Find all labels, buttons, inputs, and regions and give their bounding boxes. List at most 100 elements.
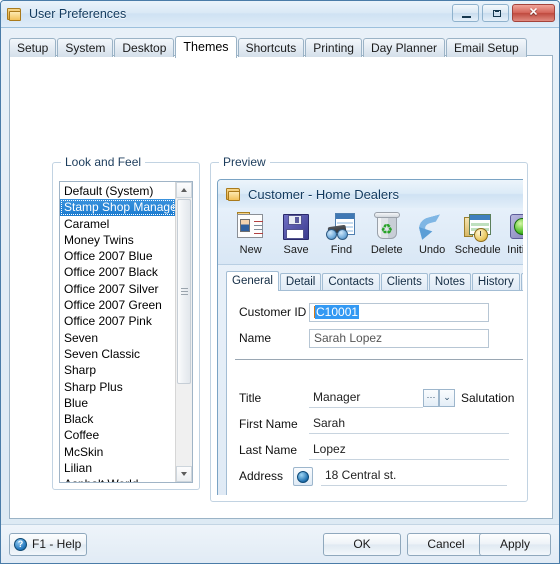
name-input[interactable]: Sarah Lopez xyxy=(309,328,489,348)
toolbar-button-find[interactable]: Find xyxy=(319,210,364,256)
tab-desktop[interactable]: Desktop xyxy=(114,38,175,57)
cancel-button[interactable]: Cancel xyxy=(407,533,485,556)
tab-label: Day Planner xyxy=(370,41,437,55)
customer-tab-clients[interactable]: Clients xyxy=(380,273,428,290)
preferences-tabstrip: Setup System Desktop Themes Shortcuts Pr… xyxy=(9,35,559,58)
toolbar-label: Delete xyxy=(370,244,403,256)
scrollbar-thumb[interactable] xyxy=(177,199,191,384)
name-label: Name xyxy=(239,331,272,345)
tab-label: System xyxy=(65,41,106,55)
toolbar-button-new[interactable]: New xyxy=(228,210,273,256)
customer-tab-history[interactable]: History xyxy=(471,273,520,290)
customer-tab-general[interactable]: General xyxy=(226,271,279,291)
field-row-name: Name Sarah Lopez xyxy=(227,327,523,349)
new-document-icon xyxy=(235,211,267,243)
scroll-up-icon[interactable] xyxy=(176,182,192,198)
toolbar-label: Save xyxy=(283,244,309,256)
customer-preview-window: Customer - Home Dealers New Save Find ♻ … xyxy=(217,179,523,495)
look-and-feel-groupbox: Look and Feel Default (System) Stamp Sho… xyxy=(52,155,200,490)
tab-printing[interactable]: Printing xyxy=(305,38,362,57)
customer-id-label: Customer ID xyxy=(239,305,307,319)
floppy-disk-icon xyxy=(280,211,312,243)
maximize-button[interactable] xyxy=(482,4,509,22)
user-preferences-window: User Preferences ✕ Setup System Desktop … xyxy=(0,0,560,564)
toolbar-button-initiate[interactable]: Initiate xyxy=(501,210,523,256)
list-item[interactable]: Blue xyxy=(60,395,175,411)
tab-label: Printing xyxy=(313,41,354,55)
toolbar-label: Undo xyxy=(418,244,446,256)
calendar-clock-icon xyxy=(462,211,494,243)
list-item[interactable]: Money Twins xyxy=(60,232,175,248)
tab-label: Themes xyxy=(183,40,229,54)
list-item[interactable]: Seven Classic xyxy=(60,346,175,362)
tab-setup[interactable]: Setup xyxy=(9,38,57,57)
list-item[interactable]: Sharp xyxy=(60,362,175,378)
tab-email-setup[interactable]: Email Setup xyxy=(446,38,527,57)
list-item-selected[interactable]: Stamp Shop Manager xyxy=(60,199,181,216)
title-input[interactable]: Manager xyxy=(309,389,423,408)
chevron-down-icon[interactable]: ⌄ xyxy=(439,389,455,407)
theme-listbox[interactable]: Default (System) Stamp Shop Manager Cara… xyxy=(59,181,193,483)
customer-id-input[interactable]: C10001 xyxy=(309,302,489,322)
list-item[interactable]: McSkin xyxy=(60,444,175,460)
title-label: Title xyxy=(239,391,262,405)
dialog-button-bar: ? F1 - Help OK Cancel Apply xyxy=(1,524,559,563)
list-item[interactable]: Asphalt World xyxy=(60,476,175,482)
close-button[interactable]: ✕ xyxy=(512,4,555,22)
title-ellipsis-button[interactable]: ··· xyxy=(423,389,439,407)
list-item[interactable]: Black xyxy=(60,411,175,427)
list-item[interactable]: Lilian xyxy=(60,460,175,476)
tab-system[interactable]: System xyxy=(57,38,114,57)
question-mark-icon: ? xyxy=(14,538,27,551)
tab-label: Clients xyxy=(386,276,422,288)
toolbar-label: Initiate xyxy=(507,244,523,256)
scroll-down-icon[interactable] xyxy=(176,466,192,482)
last-name-input[interactable]: Lopez xyxy=(309,441,509,460)
list-item[interactable]: Caramel xyxy=(60,216,175,232)
green-light-icon xyxy=(507,211,523,243)
look-and-feel-legend: Look and Feel xyxy=(61,155,146,169)
tab-label: Setup xyxy=(17,41,49,55)
toolbar-button-undo[interactable]: Undo xyxy=(409,210,454,256)
toolbar-button-schedule[interactable]: Schedule xyxy=(455,210,501,256)
help-button-label: F1 - Help xyxy=(32,537,82,551)
list-item[interactable]: Seven xyxy=(60,330,175,346)
list-item[interactable]: Office 2007 Green xyxy=(60,297,175,313)
address-input[interactable]: 18 Central st. xyxy=(321,467,507,486)
list-item[interactable]: Default (System) xyxy=(60,183,175,199)
tab-label: General xyxy=(232,275,273,287)
toolbar-button-delete[interactable]: ♻ Delete xyxy=(364,210,409,256)
apply-button[interactable]: Apply xyxy=(479,533,551,556)
customer-tab-email[interactable]: Ema xyxy=(520,273,523,290)
list-item[interactable]: Office 2007 Silver xyxy=(60,281,175,297)
help-button[interactable]: ? F1 - Help xyxy=(9,533,87,556)
tab-label: Email Setup xyxy=(454,41,519,55)
tab-themes[interactable]: Themes xyxy=(175,36,237,58)
list-item[interactable]: Office 2007 Black xyxy=(60,264,175,280)
toolbar-label: New xyxy=(239,244,262,256)
tab-day-planner[interactable]: Day Planner xyxy=(362,38,445,57)
window-controls: ✕ xyxy=(452,4,555,22)
minimize-button[interactable] xyxy=(452,4,479,22)
tab-shortcuts[interactable]: Shortcuts xyxy=(237,38,305,57)
list-item[interactable]: Office 2007 Blue xyxy=(60,248,175,264)
list-item[interactable]: Sharp Plus xyxy=(60,379,175,395)
ok-button[interactable]: OK xyxy=(323,533,401,556)
first-name-input[interactable]: Sarah xyxy=(309,415,509,434)
customer-tabstrip: General Detail Contacts Clients Notes Hi… xyxy=(226,270,523,291)
globe-icon[interactable] xyxy=(293,466,313,486)
customer-tab-detail[interactable]: Detail xyxy=(279,273,322,290)
last-name-label: Last Name xyxy=(239,443,298,457)
customer-tab-notes[interactable]: Notes xyxy=(428,273,471,290)
section-divider xyxy=(235,359,523,360)
tab-label: History xyxy=(477,276,514,288)
close-icon: ✕ xyxy=(528,6,539,19)
theme-list-scrollbar[interactable] xyxy=(175,182,192,482)
tab-label: Contacts xyxy=(328,276,374,288)
field-row-title: Title Manager ··· ⌄ Salutation xyxy=(227,387,523,409)
folder-icon xyxy=(226,186,242,202)
list-item[interactable]: Coffee xyxy=(60,427,175,443)
toolbar-button-save[interactable]: Save xyxy=(273,210,318,256)
customer-tab-contacts[interactable]: Contacts xyxy=(322,273,380,290)
list-item[interactable]: Office 2007 Pink xyxy=(60,313,175,329)
